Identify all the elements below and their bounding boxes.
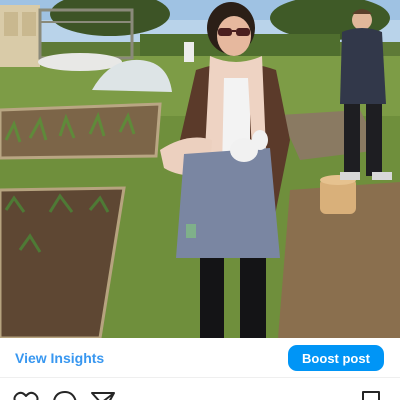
heart-icon[interactable]: [13, 391, 39, 400]
boost-post-button[interactable]: Boost post: [288, 345, 384, 371]
view-insights-link[interactable]: View Insights: [15, 350, 104, 366]
raised-bed-upper: [0, 104, 160, 158]
garden-photo: [0, 0, 400, 338]
send-icon[interactable]: [90, 391, 116, 400]
comment-icon[interactable]: [52, 391, 78, 400]
insights-bar: View Insights Boost post: [0, 338, 400, 378]
post-actions: [0, 378, 400, 400]
post-photo[interactable]: [0, 0, 400, 338]
bookmark-icon[interactable]: [358, 391, 384, 400]
